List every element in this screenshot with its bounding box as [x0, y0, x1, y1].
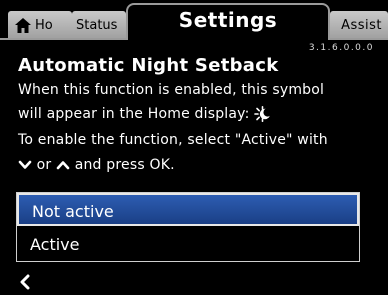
option-list: Not active Active [16, 192, 360, 262]
chevron-down-icon [18, 160, 32, 169]
tab-settings-label: Settings [178, 8, 278, 32]
night-setback-icon [253, 106, 272, 122]
option-not-active[interactable]: Not active [17, 193, 359, 226]
tab-status-label: Status [76, 18, 118, 33]
description-line: will appear in the Home display: [18, 106, 273, 122]
tab-status[interactable]: Status [72, 11, 126, 40]
description-text: or [36, 157, 52, 173]
description-line: When this function is enabled, this symb… [18, 82, 325, 98]
description-line: To enable the function, select "Active" … [18, 132, 328, 148]
tab-home-label: Ho [35, 18, 53, 33]
option-active[interactable]: Active [17, 228, 359, 261]
description-line: or and press OK. [18, 157, 175, 173]
tab-settings[interactable]: Settings [126, 3, 330, 40]
tab-divider [0, 38, 128, 40]
tab-divider [328, 38, 388, 40]
home-icon [15, 18, 31, 33]
description-text: will appear in the Home display: [18, 106, 250, 122]
tab-assist-label: Assist [341, 18, 382, 33]
tab-bar: Ho Status Settings Assist [0, 0, 388, 40]
description-text: and press OK. [74, 157, 175, 173]
back-icon[interactable] [18, 274, 32, 290]
tab-assist[interactable]: Assist [330, 11, 388, 40]
page-title: Automatic Night Setback [18, 55, 279, 76]
chevron-up-icon [56, 161, 70, 170]
version-number: 3.1.6.0.0.0 [308, 43, 374, 53]
tab-home[interactable]: Ho [8, 11, 72, 40]
